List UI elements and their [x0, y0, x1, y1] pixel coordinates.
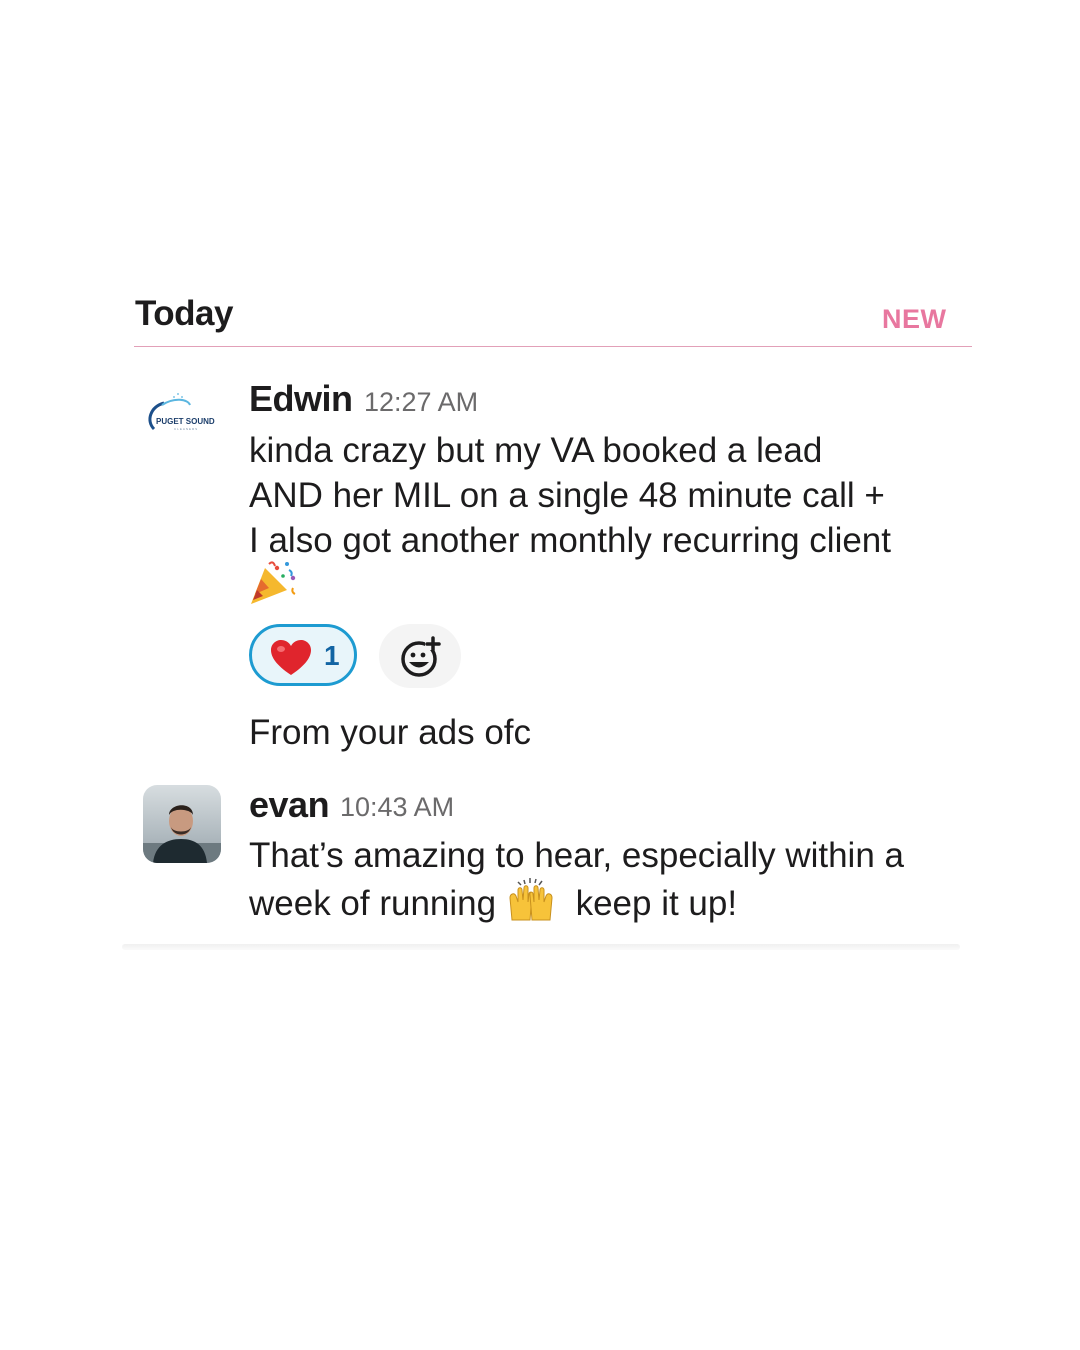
reaction-count: 1 [324, 640, 340, 671]
message-author-edwin[interactable]: Edwin [249, 378, 353, 420]
message-text-after-emoji: keep it up! [575, 883, 738, 923]
new-messages-badge: NEW [882, 304, 947, 334]
evan-photo-icon [143, 785, 221, 863]
message-author-evan[interactable]: evan [249, 784, 330, 826]
message-text-line-1: That’s amazing to hear, especially withi… [249, 836, 904, 875]
new-messages-divider-line [134, 346, 972, 347]
date-divider-label: Today [135, 294, 233, 333]
raised-hands-icon [506, 878, 556, 933]
party-popper-icon [249, 560, 297, 611]
message-text-before-emoji: week of running [249, 883, 497, 923]
message-text-line-2: week of running keep it up! [249, 878, 737, 933]
followup-message-text: From your ads ofc [249, 713, 532, 752]
reaction-heart-button[interactable]: 1 [249, 624, 357, 686]
logo-subtext: CLEANERS [174, 427, 199, 431]
add-reaction-button[interactable] [379, 624, 461, 688]
message-timestamp[interactable]: 12:27 AM [364, 387, 478, 418]
logo-text: PUGET SOUND [156, 417, 215, 426]
message-timestamp[interactable]: 10:43 AM [340, 792, 454, 823]
message-list-bottom-edge [122, 944, 960, 950]
heart-icon [271, 640, 311, 675]
avatar-evan[interactable] [143, 785, 221, 863]
avatar-edwin[interactable]: PUGET SOUND CLEANERS [142, 381, 220, 459]
add-emoji-icon [401, 636, 441, 677]
message-text: kinda crazy but my VA booked a lead AND … [249, 431, 891, 560]
